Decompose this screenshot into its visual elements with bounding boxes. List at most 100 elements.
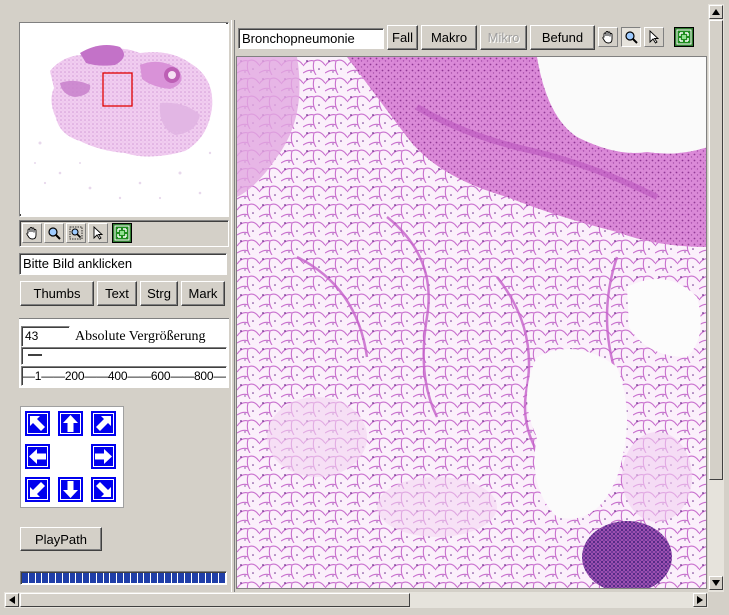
progress-segment <box>130 573 137 583</box>
zoom-scale: —1——200——400——600——800——1000 <box>21 366 227 386</box>
fit-screen-icon <box>114 225 130 241</box>
arrow-up-icon <box>63 415 78 432</box>
pan-up-right-button[interactable] <box>91 411 116 436</box>
progress-segment <box>76 573 83 583</box>
viewer-hand-tool-button[interactable] <box>598 27 618 47</box>
zoom-slider-thumb[interactable] <box>28 354 42 356</box>
triangle-left-icon <box>9 596 15 604</box>
zoom-label: Absolute Vergrößerung <box>75 329 206 344</box>
progress-segment <box>185 573 191 583</box>
progress-segment <box>171 573 178 583</box>
thumbs-button[interactable]: Thumbs <box>20 281 94 306</box>
progress-segment <box>123 573 130 583</box>
progress-segment <box>178 573 185 583</box>
progress-segment <box>96 573 103 583</box>
vertical-scroll-thumb[interactable] <box>709 20 723 480</box>
zoom-rect-tool-button[interactable] <box>66 223 86 243</box>
horizontal-scroll-thumb[interactable] <box>20 593 410 607</box>
progress-fill <box>22 573 225 583</box>
triangle-down-icon <box>712 580 720 586</box>
progress-segment <box>89 573 96 583</box>
pointer-icon <box>649 30 660 44</box>
pan-up-left-button[interactable] <box>25 411 50 436</box>
pointer-tool-button[interactable] <box>88 223 108 243</box>
progress-segment <box>164 573 171 583</box>
progress-segment <box>83 573 89 583</box>
progress-segment <box>110 573 117 583</box>
zoom-tool-button[interactable] <box>44 223 64 243</box>
magnifier-icon <box>48 227 61 240</box>
scroll-up-button[interactable] <box>709 5 723 19</box>
horizontal-scrollbar[interactable] <box>4 592 708 608</box>
progress-segment <box>35 573 42 583</box>
arrow-down-left-icon <box>30 482 45 497</box>
fit-tool-button[interactable] <box>112 223 132 243</box>
vertical-scrollbar[interactable] <box>708 4 724 592</box>
microscope-image-viewport[interactable] <box>236 56 707 589</box>
progress-segment <box>198 573 205 583</box>
arrow-down-right-icon <box>96 482 111 497</box>
scroll-corner <box>708 592 724 608</box>
progress-segment <box>117 573 123 583</box>
mikro-button[interactable]: Mikro <box>480 25 527 50</box>
triangle-up-icon <box>712 9 720 15</box>
progress-segment <box>205 573 212 583</box>
hand-tool-button[interactable] <box>22 223 42 243</box>
hand-pan-icon <box>602 31 613 44</box>
overview-slide-image[interactable] <box>20 23 226 214</box>
progress-segment <box>62 573 69 583</box>
text-button[interactable]: Text <box>97 281 137 306</box>
zoom-slider-track[interactable] <box>21 347 227 365</box>
progress-segment <box>28 573 35 583</box>
pan-down-button[interactable] <box>58 477 83 502</box>
strg-button[interactable]: Strg <box>140 281 178 306</box>
progress-segment <box>55 573 62 583</box>
triangle-right-icon <box>697 596 703 604</box>
panel-divider[interactable] <box>231 20 235 592</box>
arrow-up-right-icon <box>96 416 111 431</box>
arrow-right-icon <box>95 449 112 464</box>
zoom-rect-icon <box>69 226 83 240</box>
zoom-value-input[interactable]: 43 <box>21 326 70 347</box>
pan-up-button[interactable] <box>58 411 83 436</box>
pan-right-button[interactable] <box>91 444 116 469</box>
progress-segment <box>137 573 144 583</box>
hand-pan-icon <box>26 227 37 240</box>
progress-segment <box>69 573 76 583</box>
arrow-down-icon <box>63 481 78 498</box>
viewer-pointer-tool-button[interactable] <box>644 27 664 47</box>
magnifier-icon <box>625 31 638 44</box>
progress-segment <box>22 573 28 583</box>
fall-button[interactable]: Fall <box>387 25 418 50</box>
histology-image[interactable] <box>237 57 707 589</box>
progress-segment <box>157 573 164 583</box>
progress-segment <box>103 573 110 583</box>
progress-segment <box>219 573 225 583</box>
befund-button[interactable]: Befund <box>530 25 595 50</box>
viewer-fit-tool-button[interactable] <box>674 27 694 47</box>
progress-segment <box>42 573 49 583</box>
scroll-left-button[interactable] <box>5 593 19 607</box>
status-field: Bitte Bild anklicken <box>19 253 227 275</box>
overview-thumbnail[interactable] <box>19 22 229 217</box>
playpath-button[interactable]: PlayPath <box>20 527 102 551</box>
pointer-icon <box>93 226 104 240</box>
pan-down-right-button[interactable] <box>91 477 116 502</box>
pan-left-button[interactable] <box>25 444 50 469</box>
progress-bar <box>20 571 227 585</box>
fit-screen-icon <box>676 29 692 45</box>
arrow-left-icon <box>29 449 46 464</box>
pan-down-left-button[interactable] <box>25 477 50 502</box>
scroll-down-button[interactable] <box>709 576 723 590</box>
viewer-zoom-tool-button[interactable] <box>621 27 641 47</box>
case-title-field[interactable]: Bronchopneumonie <box>238 28 384 49</box>
arrow-up-left-icon <box>30 416 45 431</box>
scroll-right-button[interactable] <box>693 593 707 607</box>
progress-segment <box>144 573 151 583</box>
progress-segment <box>151 573 157 583</box>
progress-segment <box>191 573 198 583</box>
progress-segment <box>212 573 219 583</box>
mark-button[interactable]: Mark <box>181 281 225 306</box>
makro-button[interactable]: Makro <box>421 25 477 50</box>
progress-segment <box>49 573 55 583</box>
